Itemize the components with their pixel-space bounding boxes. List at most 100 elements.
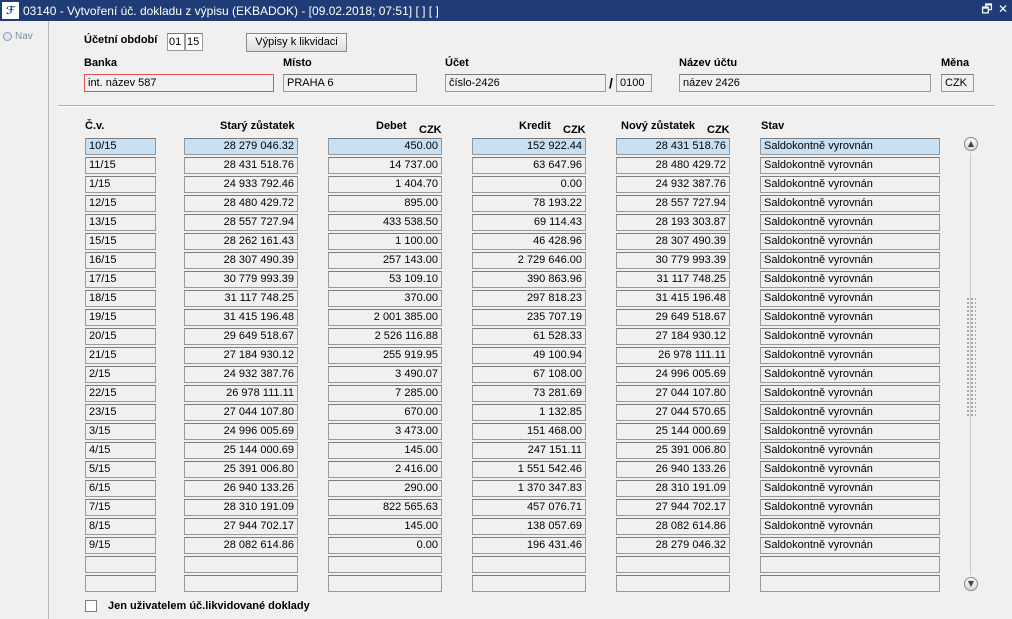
cell-cv[interactable]: 16/15: [85, 252, 156, 269]
scroll-up-icon[interactable]: ▲: [964, 137, 978, 151]
cell-new-balance[interactable]: 24 996 005.69: [616, 366, 730, 383]
cell-old-balance[interactable]: 29 649 518.67: [184, 328, 298, 345]
cell-credit[interactable]: 457 076.71: [472, 499, 586, 516]
cell-debit[interactable]: 290.00: [328, 480, 442, 497]
cell-credit[interactable]: 73 281.69: [472, 385, 586, 402]
scroll-down-icon[interactable]: ▼: [964, 577, 978, 591]
close-window-icon[interactable]: ✕: [996, 2, 1010, 17]
cell-debit[interactable]: 2 416.00: [328, 461, 442, 478]
cell-status[interactable]: Saldokontně vyrovnán: [760, 537, 940, 554]
cell-credit[interactable]: 61 528.33: [472, 328, 586, 345]
vertical-scrollbar[interactable]: ▲ ▼: [964, 137, 978, 591]
cell-status[interactable]: Saldokontně vyrovnán: [760, 423, 940, 440]
cell-new-balance[interactable]: 28 082 614.86: [616, 518, 730, 535]
cell-debit[interactable]: 257 143.00: [328, 252, 442, 269]
cell-status[interactable]: [760, 556, 940, 573]
cell-status[interactable]: Saldokontně vyrovnán: [760, 271, 940, 288]
currency-field[interactable]: CZK: [941, 74, 974, 92]
cell-old-balance[interactable]: 27 944 702.17: [184, 518, 298, 535]
cell-status[interactable]: Saldokontně vyrovnán: [760, 233, 940, 250]
cell-new-balance[interactable]: 28 310 191.09: [616, 480, 730, 497]
cell-credit[interactable]: 152 922.44: [472, 138, 586, 155]
cell-status[interactable]: Saldokontně vyrovnán: [760, 252, 940, 269]
scroll-grip[interactable]: [966, 297, 976, 417]
cell-cv[interactable]: 6/15: [85, 480, 156, 497]
cell-credit[interactable]: 138 057.69: [472, 518, 586, 535]
cell-credit[interactable]: 247 151.11: [472, 442, 586, 459]
cell-debit[interactable]: 895.00: [328, 195, 442, 212]
cell-credit[interactable]: [472, 575, 586, 592]
cell-credit[interactable]: 67 108.00: [472, 366, 586, 383]
nav-toggle[interactable]: Nav: [3, 31, 33, 42]
cell-status[interactable]: Saldokontně vyrovnán: [760, 442, 940, 459]
cell-old-balance[interactable]: [184, 556, 298, 573]
cell-new-balance[interactable]: 25 144 000.69: [616, 423, 730, 440]
cell-status[interactable]: Saldokontně vyrovnán: [760, 347, 940, 364]
cell-debit[interactable]: 145.00: [328, 442, 442, 459]
cell-debit[interactable]: 7 285.00: [328, 385, 442, 402]
cell-debit[interactable]: 670.00: [328, 404, 442, 421]
cell-debit[interactable]: 53 109.10: [328, 271, 442, 288]
cell-cv[interactable]: 17/15: [85, 271, 156, 288]
cell-old-balance[interactable]: 28 431 518.76: [184, 157, 298, 174]
cell-cv[interactable]: 9/15: [85, 537, 156, 554]
cell-cv[interactable]: 19/15: [85, 309, 156, 326]
cell-cv[interactable]: 7/15: [85, 499, 156, 516]
only-user-liquidated-checkbox[interactable]: [85, 600, 97, 612]
cell-old-balance[interactable]: 28 279 046.32: [184, 138, 298, 155]
cell-status[interactable]: Saldokontně vyrovnán: [760, 157, 940, 174]
cell-cv[interactable]: 3/15: [85, 423, 156, 440]
cell-new-balance[interactable]: 26 978 111.11: [616, 347, 730, 364]
bank-code-field[interactable]: 0100: [616, 74, 652, 92]
cell-status[interactable]: Saldokontně vyrovnán: [760, 480, 940, 497]
cell-old-balance[interactable]: 28 262 161.43: [184, 233, 298, 250]
cell-credit[interactable]: [472, 556, 586, 573]
cell-new-balance[interactable]: 28 431 518.76: [616, 138, 730, 155]
cell-debit[interactable]: 14 737.00: [328, 157, 442, 174]
cell-old-balance[interactable]: 28 310 191.09: [184, 499, 298, 516]
cell-old-balance[interactable]: 31 415 196.48: [184, 309, 298, 326]
cell-debit[interactable]: 3 473.00: [328, 423, 442, 440]
period-year-field[interactable]: 15: [185, 33, 203, 51]
only-user-liquidated-option[interactable]: Jen uživatelem úč.likvidované doklady: [85, 600, 310, 612]
cell-old-balance[interactable]: 28 557 727.94: [184, 214, 298, 231]
cell-new-balance[interactable]: 28 557 727.94: [616, 195, 730, 212]
cell-debit[interactable]: 2 001 385.00: [328, 309, 442, 326]
cell-old-balance[interactable]: 28 307 490.39: [184, 252, 298, 269]
account-name-field[interactable]: název 2426: [679, 74, 931, 92]
cell-new-balance[interactable]: 29 649 518.67: [616, 309, 730, 326]
cell-new-balance[interactable]: 31 415 196.48: [616, 290, 730, 307]
cell-debit[interactable]: [328, 575, 442, 592]
cell-credit[interactable]: 1 551 542.46: [472, 461, 586, 478]
cell-cv[interactable]: [85, 556, 156, 573]
cell-credit[interactable]: 196 431.46: [472, 537, 586, 554]
cell-old-balance[interactable]: 26 978 111.11: [184, 385, 298, 402]
cell-new-balance[interactable]: [616, 575, 730, 592]
cell-status[interactable]: Saldokontně vyrovnán: [760, 328, 940, 345]
cell-credit[interactable]: 297 818.23: [472, 290, 586, 307]
cell-debit[interactable]: 0.00: [328, 537, 442, 554]
cell-old-balance[interactable]: 30 779 993.39: [184, 271, 298, 288]
cell-cv[interactable]: 5/15: [85, 461, 156, 478]
cell-credit[interactable]: 69 114.43: [472, 214, 586, 231]
cell-debit[interactable]: 822 565.63: [328, 499, 442, 516]
cell-status[interactable]: Saldokontně vyrovnán: [760, 176, 940, 193]
cell-status[interactable]: Saldokontně vyrovnán: [760, 290, 940, 307]
cell-new-balance[interactable]: 26 940 133.26: [616, 461, 730, 478]
cell-old-balance[interactable]: 25 144 000.69: [184, 442, 298, 459]
cell-credit[interactable]: 49 100.94: [472, 347, 586, 364]
cell-status[interactable]: Saldokontně vyrovnán: [760, 499, 940, 516]
cell-debit[interactable]: 1 404.70: [328, 176, 442, 193]
cell-cv[interactable]: 4/15: [85, 442, 156, 459]
cell-debit[interactable]: [328, 556, 442, 573]
cell-new-balance[interactable]: 27 044 107.80: [616, 385, 730, 402]
cell-cv[interactable]: 2/15: [85, 366, 156, 383]
cell-cv[interactable]: 12/15: [85, 195, 156, 212]
cell-cv[interactable]: 11/15: [85, 157, 156, 174]
cell-credit[interactable]: 2 729 646.00: [472, 252, 586, 269]
cell-new-balance[interactable]: 27 944 702.17: [616, 499, 730, 516]
cell-cv[interactable]: 10/15: [85, 138, 156, 155]
cell-status[interactable]: Saldokontně vyrovnán: [760, 214, 940, 231]
cell-old-balance[interactable]: 24 932 387.76: [184, 366, 298, 383]
cell-new-balance[interactable]: 28 307 490.39: [616, 233, 730, 250]
